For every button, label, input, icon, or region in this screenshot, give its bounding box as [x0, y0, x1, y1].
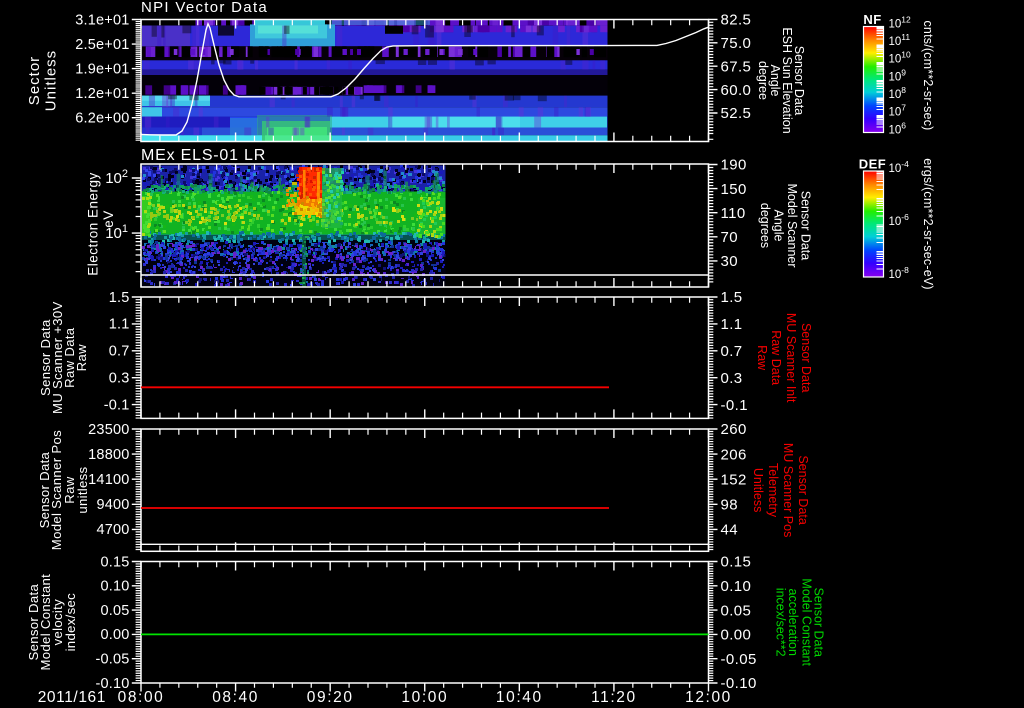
svg-text:0.7: 0.7 — [109, 344, 130, 360]
svg-text:incex/sec**2: incex/sec**2 — [774, 588, 788, 657]
svg-text:0.3: 0.3 — [721, 370, 743, 387]
svg-text:98: 98 — [721, 497, 739, 514]
svg-text:0.10: 0.10 — [721, 578, 752, 595]
svg-text:-0.05: -0.05 — [95, 652, 129, 668]
svg-text:08:40: 08:40 — [212, 689, 259, 706]
svg-text:eV: eV — [101, 210, 116, 228]
svg-text:1.2e+01: 1.2e+01 — [75, 86, 129, 102]
svg-text:0.05: 0.05 — [721, 602, 752, 619]
svg-text:67.5: 67.5 — [721, 58, 752, 75]
svg-text:23500: 23500 — [88, 422, 129, 438]
svg-text:75.0: 75.0 — [721, 35, 752, 52]
svg-text:NF: NF — [863, 12, 881, 27]
svg-text:Sensor Data: Sensor Data — [796, 455, 810, 525]
svg-text:0.15: 0.15 — [100, 554, 129, 570]
svg-text:0.15: 0.15 — [721, 554, 752, 571]
svg-text:3.1e+01: 3.1e+01 — [75, 12, 129, 28]
svg-text:Raw: Raw — [74, 344, 89, 371]
svg-text:18800: 18800 — [88, 447, 129, 463]
svg-text:0.00: 0.00 — [721, 627, 752, 644]
svg-text:1.5: 1.5 — [721, 289, 743, 306]
svg-text:-0.05: -0.05 — [721, 651, 757, 668]
svg-text:ergs/(cm**2-sr-sec-eV): ergs/(cm**2-sr-sec-eV) — [921, 158, 935, 290]
svg-text:12:00: 12:00 — [685, 689, 732, 706]
svg-text:0.00: 0.00 — [100, 627, 129, 643]
svg-text:10:00: 10:00 — [401, 689, 448, 706]
svg-text:NPI Vector Data: NPI Vector Data — [141, 0, 268, 16]
svg-text:Model Constant: Model Constant — [800, 578, 814, 666]
svg-text:MU Scanner Pos: MU Scanner Pos — [781, 443, 795, 537]
svg-text:9400: 9400 — [96, 497, 129, 513]
svg-text:0.7: 0.7 — [721, 343, 743, 360]
svg-text:Raw Data: Raw Data — [769, 330, 783, 385]
svg-text:Angle: Angle — [772, 210, 786, 242]
svg-text:52.5: 52.5 — [721, 105, 752, 122]
svg-text:152: 152 — [721, 471, 747, 488]
svg-text:unitless: unitless — [75, 466, 90, 513]
svg-text:degrees: degrees — [758, 203, 772, 248]
svg-text:Electron Energy: Electron Energy — [86, 172, 101, 276]
svg-text:-0.1: -0.1 — [104, 397, 130, 413]
svg-text:110: 110 — [721, 205, 746, 222]
svg-text:30: 30 — [721, 253, 739, 270]
svg-text:10:40: 10:40 — [496, 689, 543, 706]
svg-text:1.1: 1.1 — [109, 317, 130, 333]
svg-text:2011/161: 2011/161 — [38, 689, 106, 706]
svg-text:Telemetry: Telemetry — [766, 463, 780, 518]
svg-text:4700: 4700 — [96, 522, 129, 538]
svg-text:degree: degree — [756, 61, 770, 100]
svg-text:-0.1: -0.1 — [721, 397, 748, 414]
svg-text:0.05: 0.05 — [100, 603, 129, 619]
svg-text:DEF: DEF — [859, 157, 887, 172]
svg-text:260: 260 — [721, 421, 747, 438]
svg-text:0.10: 0.10 — [100, 579, 129, 595]
svg-text:Unitless: Unitless — [751, 468, 765, 512]
svg-text:Sensor Data: Sensor Data — [799, 191, 813, 261]
svg-text:Sector: Sector — [26, 56, 43, 105]
svg-text:44: 44 — [721, 522, 739, 539]
svg-text:Raw: Raw — [755, 345, 769, 371]
svg-text:150: 150 — [721, 181, 747, 198]
svg-text:09:20: 09:20 — [307, 689, 354, 706]
svg-text:Unitless: Unitless — [43, 50, 60, 111]
svg-text:60.0: 60.0 — [721, 82, 752, 99]
svg-text:08:00: 08:00 — [118, 689, 165, 706]
svg-text:MU Scanner Inlt: MU Scanner Inlt — [784, 313, 798, 403]
svg-text:index/sec: index/sec — [63, 593, 78, 652]
svg-text:1.5: 1.5 — [109, 290, 130, 306]
svg-text:11:20: 11:20 — [591, 689, 637, 706]
svg-text:Model Scanner: Model Scanner — [785, 183, 799, 267]
svg-text:82.5: 82.5 — [721, 12, 752, 29]
svg-text:1.9e+01: 1.9e+01 — [75, 61, 129, 77]
svg-text:1.1: 1.1 — [721, 316, 743, 333]
svg-text:2.5e+01: 2.5e+01 — [75, 37, 129, 53]
svg-text:0.3: 0.3 — [109, 371, 130, 387]
svg-text:MEx ELS-01 LR: MEx ELS-01 LR — [141, 147, 266, 164]
svg-text:cnts/(cm**2-sr-sec): cnts/(cm**2-sr-sec) — [921, 20, 935, 130]
svg-text:70: 70 — [721, 229, 739, 246]
svg-text:Sensor Data: Sensor Data — [799, 323, 813, 393]
svg-text:190: 190 — [721, 157, 747, 174]
svg-text:6.2e+00: 6.2e+00 — [75, 111, 129, 127]
svg-text:14100: 14100 — [88, 472, 129, 488]
svg-text:206: 206 — [721, 446, 747, 463]
